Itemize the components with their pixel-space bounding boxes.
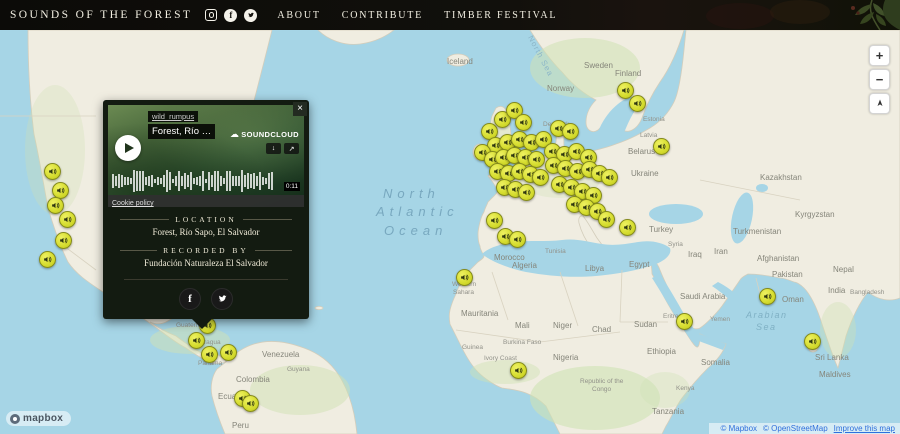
sound-marker[interactable] — [55, 232, 72, 249]
share-icon[interactable]: ↗ — [284, 143, 299, 154]
zoom-out-button[interactable]: − — [869, 69, 890, 90]
popup-social-row: f — [108, 287, 304, 310]
sound-marker[interactable] — [629, 95, 646, 112]
twitter-bird-icon — [218, 295, 227, 302]
site-title[interactable]: SOUNDS OF THE FOREST — [10, 9, 192, 21]
facebook-share-button[interactable]: f — [179, 287, 201, 310]
sound-marker[interactable] — [598, 211, 615, 228]
sound-marker[interactable] — [510, 362, 527, 379]
sound-marker[interactable] — [220, 344, 237, 361]
sound-marker[interactable] — [676, 313, 693, 330]
sound-marker[interactable] — [242, 395, 259, 412]
embed-footer: Cookie policy — [108, 195, 304, 207]
sound-marker[interactable] — [515, 114, 532, 131]
sound-marker[interactable] — [486, 212, 503, 229]
uploader-link[interactable]: wild_rumpus — [148, 111, 199, 122]
recorded-by-value: Fundación Naturaleza El Salvador — [144, 258, 268, 269]
sound-marker[interactable] — [59, 211, 76, 228]
waveform[interactable] — [112, 169, 300, 193]
compass-button[interactable] — [869, 93, 890, 114]
sound-marker[interactable] — [532, 169, 549, 186]
sound-marker[interactable] — [47, 197, 64, 214]
site-header: SOUNDS OF THE FOREST f ABOUT CONTRIBUTE … — [0, 0, 900, 30]
mapbox-logo[interactable]: mapbox — [6, 411, 72, 426]
play-icon — [125, 143, 134, 153]
sound-marker[interactable] — [518, 184, 535, 201]
twitter-bird-icon — [248, 12, 254, 18]
sounds-of-the-forest-app: IcelandSwedenFinlandNorwayDenmarkEstonia… — [0, 0, 900, 434]
sound-marker[interactable] — [804, 333, 821, 350]
sound-marker[interactable] — [509, 231, 526, 248]
popup-pointer — [192, 318, 212, 329]
sound-marker[interactable] — [562, 123, 579, 140]
instagram-icon[interactable] — [205, 9, 218, 21]
sound-popup: × wild_rumpus Forest, Río … ☁ SOUNDCLOUD… — [103, 100, 309, 329]
nav-about[interactable]: ABOUT — [277, 10, 320, 21]
cloud-icon: ☁ — [229, 129, 240, 139]
mapbox-attribution-link[interactable]: © Mapbox — [720, 424, 757, 433]
mapbox-icon — [10, 413, 20, 424]
nav-contribute[interactable]: CONTRIBUTE — [342, 10, 423, 21]
divider — [124, 278, 288, 280]
sound-marker[interactable] — [653, 138, 670, 155]
track-duration: 0:11 — [283, 182, 300, 191]
sound-marker[interactable] — [759, 288, 776, 305]
sound-marker[interactable] — [44, 163, 61, 180]
nav-timber-festival[interactable]: TIMBER FESTIVAL — [444, 10, 557, 21]
twitter-icon[interactable] — [244, 8, 258, 22]
soundcloud-logo: ☁ SOUNDCLOUD — [230, 129, 299, 140]
sound-marker[interactable] — [201, 346, 218, 363]
map-controls: + − — [869, 45, 890, 114]
compass-needle-icon — [877, 99, 882, 106]
sound-marker[interactable] — [39, 251, 56, 268]
cookie-policy-link[interactable]: Cookie policy — [112, 200, 154, 207]
sound-marker[interactable] — [619, 219, 636, 236]
osm-attribution-link[interactable]: © OpenStreetMap — [763, 424, 828, 433]
location-heading: LOCATION — [120, 215, 292, 224]
sound-marker[interactable] — [601, 169, 618, 186]
zoom-in-button[interactable]: + — [869, 45, 890, 66]
sound-marker[interactable] — [456, 269, 473, 286]
download-icon[interactable]: ↓ — [266, 143, 281, 154]
sound-marker[interactable] — [188, 332, 205, 349]
recorded-by-heading: RECORDED BY — [120, 246, 292, 255]
improve-map-link[interactable]: Improve this map — [834, 424, 895, 433]
track-title[interactable]: Forest, Río … — [148, 124, 216, 139]
facebook-icon[interactable]: f — [224, 8, 238, 22]
soundcloud-wordmark: SOUNDCLOUD — [241, 130, 299, 139]
close-icon[interactable]: × — [293, 102, 307, 116]
main-nav: ABOUT CONTRIBUTE TIMBER FESTIVAL — [277, 10, 557, 21]
soundcloud-embed[interactable]: wild_rumpus Forest, Río … ☁ SOUNDCLOUD ↓… — [108, 105, 304, 207]
header-social-icons: f — [205, 8, 258, 22]
twitter-share-button[interactable] — [211, 287, 233, 310]
map-attribution: © Mapbox © OpenStreetMap Improve this map — [709, 423, 900, 434]
mapbox-wordmark: mapbox — [23, 413, 64, 424]
fern-decoration — [706, 0, 900, 30]
location-value: Forest, Río Sapo, El Salvador — [152, 227, 260, 237]
embed-actions: ↓ ↗ — [266, 143, 299, 154]
play-button[interactable] — [115, 135, 141, 161]
